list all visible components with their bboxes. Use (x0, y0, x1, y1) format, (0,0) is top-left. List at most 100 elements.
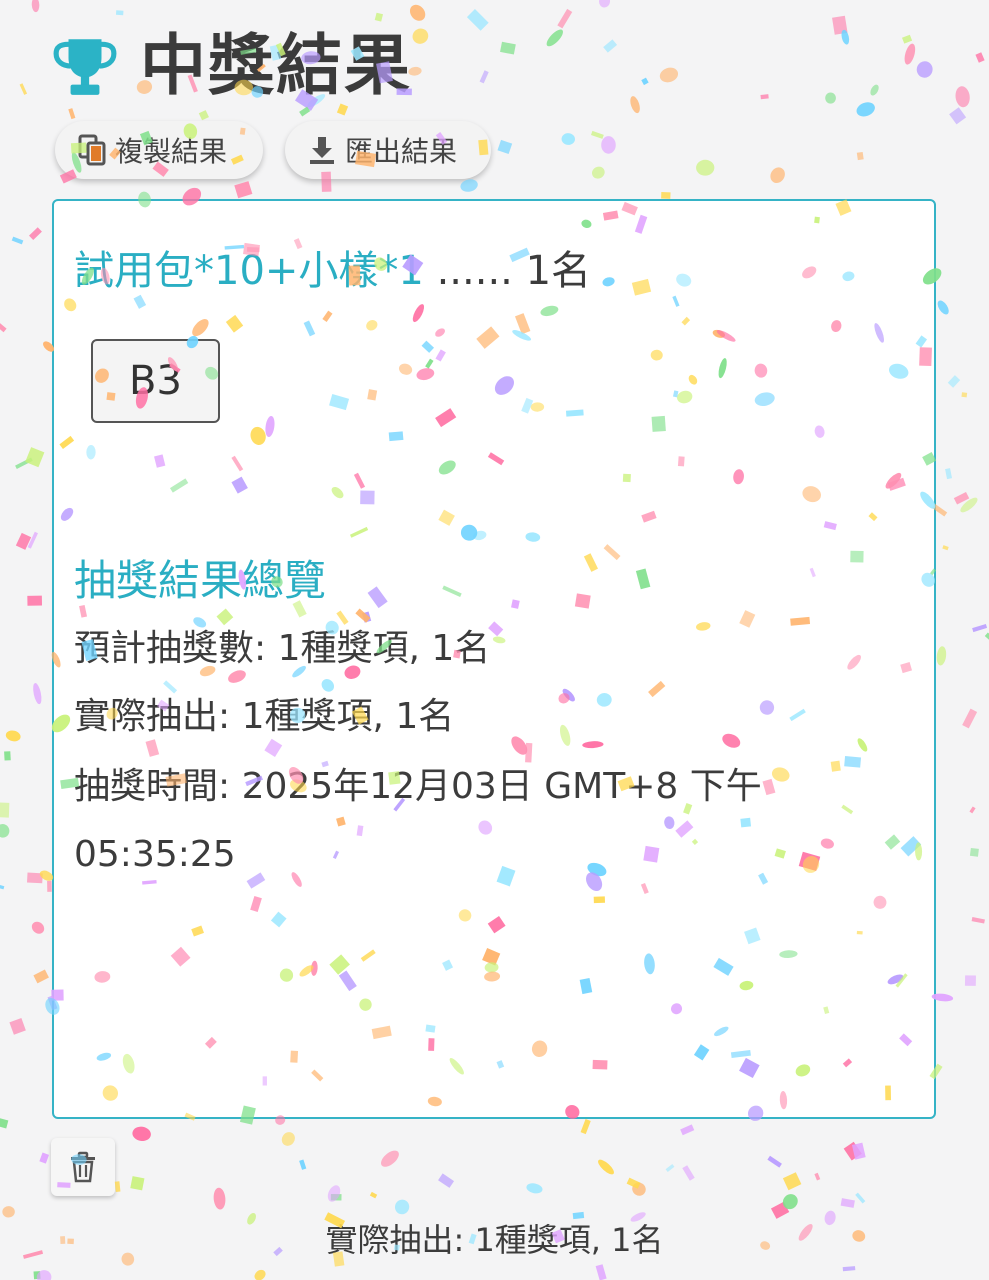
confetti-piece (15, 457, 33, 469)
confetti-piece (198, 110, 209, 121)
confetti-piece (132, 1126, 151, 1141)
confetti-piece (336, 103, 349, 116)
confetti-piece (409, 4, 426, 21)
confetti-piece (870, 84, 879, 96)
confetti-piece (953, 491, 970, 505)
trophy-icon (53, 39, 117, 95)
confetti-piece (825, 92, 836, 104)
confetti-piece (814, 1172, 821, 1181)
confetti-piece (591, 130, 604, 139)
footer-summary: 實際抽出: 1種獎項, 1名 (325, 1221, 664, 1259)
confetti-piece (497, 139, 513, 155)
confetti-piece (955, 86, 970, 108)
confetti-piece (782, 1172, 802, 1191)
confetti-piece (500, 41, 516, 55)
confetti-piece (254, 1269, 266, 1280)
confetti-piece (68, 108, 76, 120)
confetti-piece (466, 9, 489, 31)
confetti-piece (281, 1132, 295, 1146)
confetti-piece (11, 236, 24, 245)
confetti-piece (234, 181, 253, 199)
confetti-piece (851, 1142, 866, 1160)
confetti-piece (937, 300, 949, 315)
confetti-piece (971, 917, 985, 924)
confetti-piece (969, 847, 979, 857)
summary-title: 抽獎結果總覽 (74, 556, 327, 605)
trash-icon (71, 1151, 95, 1183)
confetti-piece (856, 102, 875, 117)
confetti-piece (479, 70, 489, 84)
confetti-piece (33, 683, 42, 705)
confetti-piece (36, 1270, 52, 1280)
confetti-piece (659, 67, 679, 83)
confetti-piece (412, 28, 429, 44)
confetti-piece (949, 107, 967, 125)
confetti-piece (438, 1173, 455, 1188)
confetti-piece (31, 921, 45, 934)
confetti-piece (561, 133, 575, 145)
confetti-piece (904, 43, 916, 65)
confetti-piece (962, 708, 978, 729)
confetti-piece (964, 975, 976, 986)
page-title: 中獎結果 (140, 27, 412, 104)
confetti-piece (947, 375, 961, 388)
confetti-piece (696, 159, 715, 176)
confetti-piece (661, 192, 671, 199)
confetti-piece (31, 0, 40, 13)
planned-draw-count: 預計抽獎數: 1種獎項, 1名 (74, 628, 491, 669)
confetti-piece (682, 1165, 695, 1181)
confetti-piece (975, 52, 985, 63)
confetti-piece (665, 1164, 675, 1173)
delete-button[interactable] (51, 1138, 115, 1196)
confetti-piece (213, 1187, 226, 1210)
confetti-piece (856, 151, 864, 161)
copy-icon (78, 134, 106, 166)
confetti-piece (603, 39, 618, 53)
confetti-piece (394, 1199, 410, 1215)
confetti-piece (832, 15, 848, 35)
confetti-piece (840, 1198, 855, 1208)
confetti-piece (0, 824, 10, 838)
confetti-piece (0, 318, 7, 333)
confetti-piece (630, 96, 640, 114)
confetti-piece (27, 595, 43, 606)
confetti-piece (626, 1177, 641, 1189)
confetti-piece (0, 802, 10, 818)
confetti-piece (5, 730, 21, 742)
draw-time: 抽獎時間: 2025年12月03日 GMT+8 下午 (74, 766, 762, 807)
confetti-piece (39, 1152, 49, 1164)
confetti-piece (960, 497, 978, 513)
confetti-piece (782, 1194, 798, 1210)
confetti-piece (4, 751, 11, 761)
copy-results-label: 複製結果 (115, 135, 228, 168)
confetti-piece (591, 166, 605, 179)
export-results-button[interactable]: 匯出結果 (285, 121, 491, 179)
confetti-piece (641, 77, 649, 86)
confetti-piece (760, 94, 769, 100)
confetti-piece (27, 531, 38, 549)
confetti-piece (19, 83, 28, 95)
confetti-piece (599, 0, 611, 8)
confetti-piece (843, 1141, 862, 1161)
copy-results-button[interactable]: 複製結果 (55, 121, 263, 179)
confetti-piece (842, 1266, 856, 1272)
confetti-piece (33, 1271, 41, 1280)
confetti-piece (0, 883, 5, 890)
confetti-piece (942, 545, 949, 551)
confetti-piece (299, 1159, 307, 1170)
confetti-piece (557, 8, 573, 29)
confetti-piece (902, 34, 913, 44)
confetti-piece (114, 1181, 121, 1193)
confetti-piece (374, 12, 384, 22)
confetti-piece (601, 136, 616, 154)
confetti-piece (972, 623, 988, 633)
confetti-piece (680, 1124, 695, 1136)
results-card: 試用包*10+小樣*1 ...... 1名 B3 抽獎結果總覽 預計抽獎數: 1… (52, 199, 936, 1119)
winner-chip: B3 (91, 339, 220, 423)
confetti-piece (841, 29, 850, 45)
confetti-piece (855, 1192, 866, 1204)
export-results-label: 匯出結果 (345, 135, 458, 168)
confetti-piece (33, 969, 49, 984)
download-icon (310, 137, 334, 164)
confetti-piece (984, 632, 989, 642)
